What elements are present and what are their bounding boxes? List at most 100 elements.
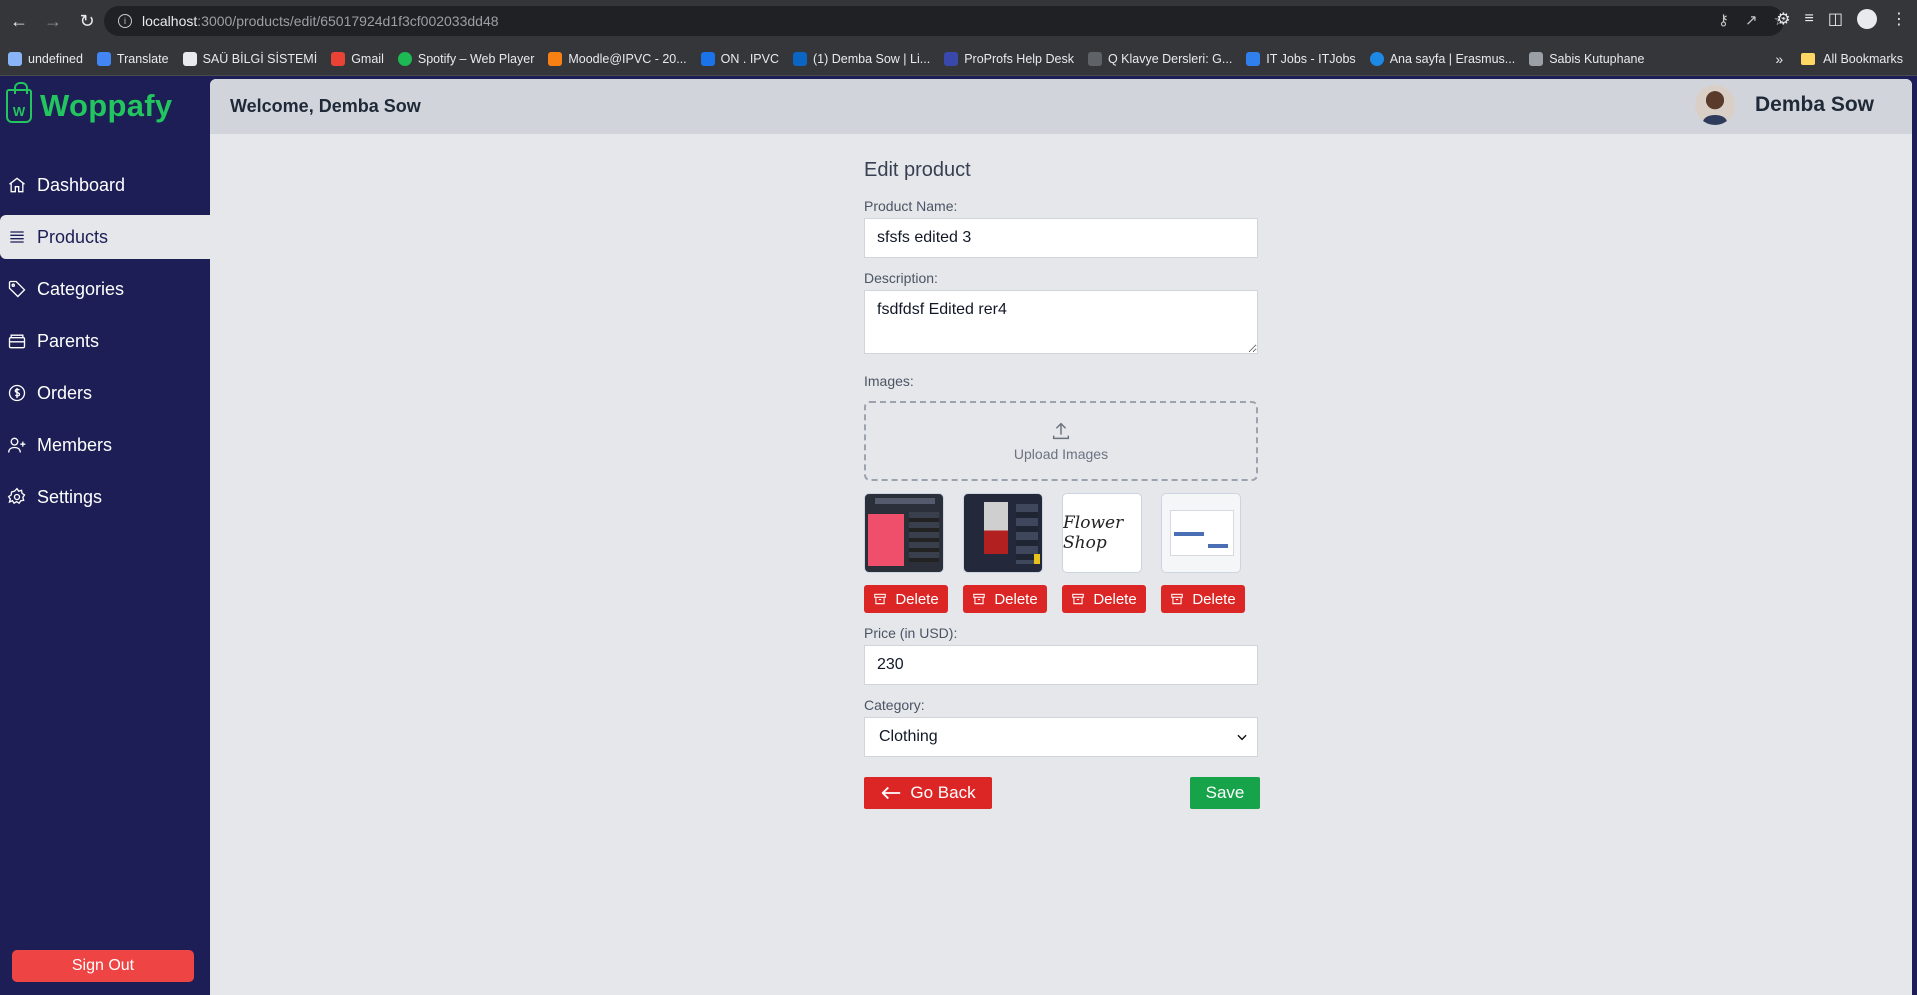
bookmark-item[interactable]: Spotify – Web Player xyxy=(397,51,534,66)
bookmark-item[interactable]: Ana sayfa | Erasmus... xyxy=(1369,51,1515,66)
profile-icon[interactable] xyxy=(1857,9,1877,29)
share-icon[interactable]: ↗ xyxy=(1745,11,1758,29)
sidebar-item-members[interactable]: Members xyxy=(0,423,210,467)
sidebar-item-products[interactable]: Products xyxy=(0,215,210,259)
extensions-icon[interactable]: ⚙ xyxy=(1776,9,1790,29)
sidebar-item-label: Orders xyxy=(37,382,93,403)
all-bookmarks-link[interactable]: All Bookmarks xyxy=(1823,52,1903,66)
product-name-label: Product Name: xyxy=(864,198,958,214)
bookmark-favicon-icon xyxy=(331,51,346,66)
browser-toolbar: ← → ↻ i localhost:3000/products/edit/650… xyxy=(0,0,1917,42)
sign-out-button[interactable]: Sign Out xyxy=(12,950,194,982)
sidebar-item-label: Products xyxy=(37,226,109,247)
bookmark-item[interactable]: Translate xyxy=(96,51,169,66)
side-panel-icon[interactable]: ◫ xyxy=(1828,9,1843,29)
bookmark-item[interactable]: Moodle@IPVC - 20... xyxy=(548,51,687,66)
list-icon xyxy=(6,226,28,248)
sidebar-item-parents[interactable]: Parents xyxy=(0,319,210,363)
product-image-thumbnail[interactable] xyxy=(864,493,944,573)
bookmark-favicon-icon xyxy=(548,51,563,66)
top-header: Welcome, Demba Sow Demba Sow xyxy=(210,79,1912,134)
arrow-left-icon xyxy=(881,786,901,800)
bookmark-favicon-icon xyxy=(397,51,412,66)
bookmark-favicon-icon xyxy=(96,51,111,66)
product-image-thumbnail[interactable] xyxy=(1161,493,1241,573)
welcome-message: Welcome, Demba Sow xyxy=(230,96,421,116)
delete-image-button[interactable]: Delete xyxy=(864,585,948,613)
forward-arrow-icon[interactable]: → xyxy=(38,6,68,36)
category-selected-value: Clothing xyxy=(879,728,938,745)
save-button[interactable]: Save xyxy=(1190,777,1260,809)
brand-logo[interactable]: W Woppafy xyxy=(6,82,173,124)
more-bookmarks-icon[interactable]: » xyxy=(1775,51,1783,67)
image-item: Flower Shop Delete xyxy=(1062,493,1146,613)
sidebar-item-orders[interactable]: Orders xyxy=(0,371,210,415)
reading-list-icon[interactable]: ≡ xyxy=(1805,10,1814,28)
delete-image-button[interactable]: Delete xyxy=(1062,585,1146,613)
image-item: Delete xyxy=(864,493,948,613)
form-actions: Go Back Save xyxy=(864,777,1260,809)
gear-icon xyxy=(6,486,28,508)
category-select[interactable]: Clothing xyxy=(864,717,1258,757)
user-plus-icon xyxy=(6,434,28,456)
description-textarea[interactable]: fsdfdsf Edited rer4 xyxy=(864,290,1258,354)
menu-kebab-icon[interactable]: ⋮ xyxy=(1891,9,1907,29)
bookmark-item[interactable]: (1) Demba Sow | Li... xyxy=(793,51,930,66)
user-name: Demba Sow xyxy=(1754,93,1874,116)
bookmark-favicon-icon xyxy=(944,51,959,66)
bookmark-favicon-icon xyxy=(1246,51,1261,66)
sidebar: W Woppafy Dashboard Products Categories … xyxy=(0,76,210,995)
price-input[interactable] xyxy=(864,645,1258,685)
url-host: localhost xyxy=(142,13,198,29)
thumbnail-logo-text: Flower Shop xyxy=(1063,513,1124,553)
upload-images-dropzone[interactable]: Upload Images xyxy=(864,401,1258,481)
back-arrow-icon[interactable]: ← xyxy=(4,6,34,36)
bookmark-item[interactable]: undefined xyxy=(8,51,83,66)
bookmark-item[interactable]: Q Klavye Dersleri: G... xyxy=(1087,51,1232,66)
address-bar[interactable]: i localhost:3000/products/edit/65017924d… xyxy=(104,6,1784,36)
delete-image-button[interactable]: Delete xyxy=(1161,585,1245,613)
go-back-button[interactable]: Go Back xyxy=(864,777,992,809)
brand-name: Woppafy xyxy=(40,88,173,123)
price-label: Price (in USD): xyxy=(864,625,958,641)
bookmark-item[interactable]: ON . IPVC xyxy=(700,51,779,66)
bookmark-favicon-icon xyxy=(1087,51,1102,66)
bookmark-favicon-icon xyxy=(1529,51,1544,66)
bookmark-item[interactable]: Gmail xyxy=(331,51,384,66)
sidebar-item-categories[interactable]: Categories xyxy=(0,267,210,311)
image-gallery: Delete Delete Flower Shop Delete Delete xyxy=(864,493,1260,613)
trash-icon xyxy=(1171,593,1184,605)
chevron-down-icon xyxy=(1235,730,1249,744)
main-content: Welcome, Demba Sow Demba Sow Edit produc… xyxy=(210,79,1912,995)
sidebar-item-label: Members xyxy=(37,434,113,455)
upload-icon xyxy=(1052,422,1070,440)
bookmark-favicon-icon xyxy=(1369,51,1384,66)
avatar[interactable] xyxy=(1694,85,1735,125)
key-icon[interactable]: ⚷ xyxy=(1718,11,1729,29)
bookmark-item[interactable]: Sabis Kutuphane xyxy=(1529,51,1644,66)
image-item: Delete xyxy=(1161,493,1245,613)
bookmark-favicon-icon xyxy=(8,51,22,66)
bookmark-favicon-icon xyxy=(182,51,197,66)
sidebar-item-label: Categories xyxy=(37,278,125,299)
shopping-bag-icon: W xyxy=(6,82,32,123)
bookmark-favicon-icon xyxy=(700,51,715,66)
delete-image-button[interactable]: Delete xyxy=(963,585,1047,613)
product-image-thumbnail[interactable]: Flower Shop xyxy=(1062,493,1142,573)
sidebar-item-dashboard[interactable]: Dashboard xyxy=(0,163,210,207)
product-image-thumbnail[interactable] xyxy=(963,493,1043,573)
sidebar-item-settings[interactable]: Settings xyxy=(0,475,210,519)
category-label: Category: xyxy=(864,697,925,713)
trash-icon xyxy=(973,593,986,605)
bookmark-item[interactable]: SAÜ BİLGİ SİSTEMİ xyxy=(182,51,317,66)
archive-icon xyxy=(6,330,28,352)
reload-icon[interactable]: ↻ xyxy=(72,6,102,36)
site-info-icon[interactable]: i xyxy=(118,14,132,28)
product-name-input[interactable] xyxy=(864,218,1258,258)
dollar-icon xyxy=(6,382,28,404)
trash-icon xyxy=(1072,593,1085,605)
bookmark-item[interactable]: IT Jobs - ITJobs xyxy=(1246,51,1356,66)
bookmark-item[interactable]: ProProfs Help Desk xyxy=(944,51,1074,66)
page-title: Edit product xyxy=(864,159,971,181)
user-profile[interactable]: Demba Sow xyxy=(1694,85,1874,125)
